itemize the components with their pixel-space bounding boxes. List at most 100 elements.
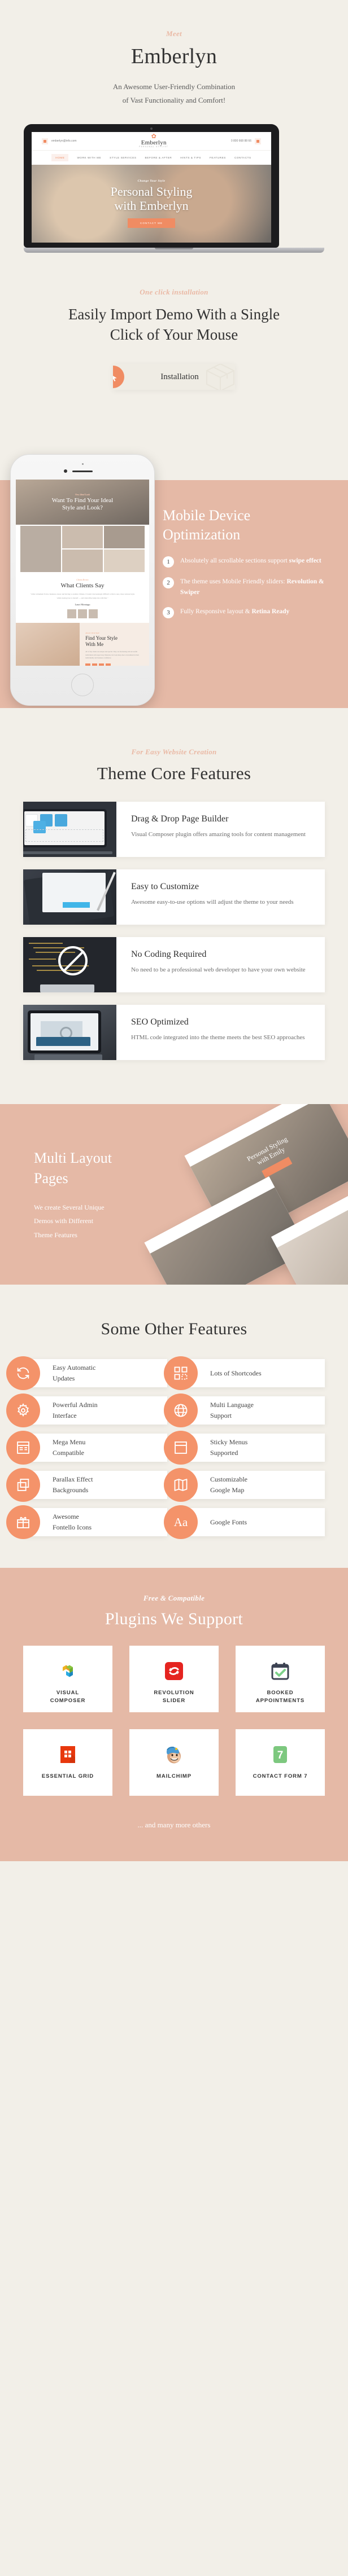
plugins-footer-note: ... and many more others xyxy=(137,1821,211,1830)
other-feature-awesome-fontello-icons[interactable]: Awesome Fontello Icons xyxy=(6,1505,167,1540)
hero-subtitle-line1: An Awesome User-Friendly Combination xyxy=(112,82,236,91)
label-line1: Easy Automatic xyxy=(53,1364,96,1371)
list-item-number: 1 xyxy=(163,556,174,568)
testimonials-eyebrow: Clients Review xyxy=(76,579,89,582)
multi-desc-line2: Demos with Different xyxy=(34,1217,94,1225)
plugin-card-contact-form-7[interactable]: 7 CONTACT FORM 7 xyxy=(236,1729,325,1796)
svg-text:7: 7 xyxy=(277,1749,284,1761)
plugin-card-visual-composer[interactable]: VISUAL COMPOSER xyxy=(23,1646,112,1713)
hero-section: Meet Emberlyn An Awesome User-Friendly C… xyxy=(0,0,348,258)
slide-title-line2: with Emberlyn xyxy=(114,199,189,213)
feature-card-no-coding: No Coding Required No need to be a profe… xyxy=(23,937,325,993)
core-features-eyebrow: For Easy Website Creation xyxy=(131,748,217,757)
nav-item-home: HOME xyxy=(51,154,69,162)
revolution-slider-logo xyxy=(163,1658,185,1684)
installation-title: Easily Import Demo With a Single Click o… xyxy=(0,304,348,345)
installation-title-line2: Click of Your Mouse xyxy=(110,326,238,344)
laptop-body: emberlyn@info.com ✿ Emberlyn PERSONAL ST… xyxy=(24,124,279,248)
plugins-title: Plugins We Support xyxy=(105,1610,243,1629)
testimonials-thumbs xyxy=(16,609,149,619)
other-feature-powerful-admin-interface[interactable]: Powerful Admin Interface xyxy=(6,1393,167,1428)
feature-card-easy-customize: Easy to Customize Awesome easy-to-use op… xyxy=(23,869,325,925)
other-feature-lots-of-shortcodes[interactable]: Lots of Shortcodes xyxy=(164,1356,325,1391)
multi-desc-line3: Theme Features xyxy=(34,1230,77,1239)
core-features-title: Theme Core Features xyxy=(97,763,251,784)
site-nav: HOME WORK WITH ME STYLE SERVICES BEFORE … xyxy=(32,150,271,165)
other-feature-multi-language-support[interactable]: Multi Language Support xyxy=(164,1393,325,1428)
plugin-card-booked-appointments[interactable]: BOOKED APPOINTMENTS xyxy=(236,1646,325,1713)
plugin-name-line1: VISUAL xyxy=(56,1690,80,1696)
plugin-card-revolution-slider[interactable]: REVOLUTION SLIDER xyxy=(129,1646,219,1713)
find-style-photo xyxy=(16,623,80,666)
mobile-optimization-title: Mobile Device Optimization xyxy=(163,506,338,544)
label-line2: Google Map xyxy=(210,1486,245,1494)
other-feature-easy-automatic-updates[interactable]: Easy Automatic Updates xyxy=(6,1356,167,1391)
nav-item-style-services: STYLE SERVICES xyxy=(110,156,137,160)
mobile-title-line2: Optimization xyxy=(163,526,241,543)
list-item-text-plain: Absolutely all scrollable sections suppo… xyxy=(180,557,289,565)
plugin-name: CONTACT FORM 7 xyxy=(253,1773,308,1781)
phone-mockup: New Ideal Look Want To Find Your Ideal S… xyxy=(10,454,155,706)
feature-title: Easy to Customize xyxy=(131,882,199,892)
phone-hero-eyebrow: New Ideal Look xyxy=(75,493,90,496)
visual-composer-logo xyxy=(56,1658,79,1684)
plugin-card-essential-grid[interactable]: ESSENTIAL GRID xyxy=(23,1729,112,1796)
tablet-stylus-illustration xyxy=(23,869,116,925)
phone-hero-title: Want To Find Your Ideal Style and Look? xyxy=(52,497,113,512)
label-line1: Parallax Effect xyxy=(53,1475,93,1483)
feature-description: Awesome easy-to-use options will adjust … xyxy=(131,899,294,906)
testimonials-title: What Clients Say xyxy=(60,582,105,590)
social-icon xyxy=(92,663,98,666)
label-line1: Sticky Menus xyxy=(210,1438,248,1446)
feature-image xyxy=(23,937,116,993)
social-icon xyxy=(85,663,91,666)
other-feature-parallax-effect-backgrounds[interactable]: Parallax Effect Backgrounds xyxy=(6,1468,167,1502)
phone-hero: New Ideal Look Want To Find Your Ideal S… xyxy=(16,480,149,525)
plugin-name-line2: COMPOSER xyxy=(50,1698,86,1704)
label-line1: Mega Menu xyxy=(53,1438,86,1446)
other-feature-google-fonts[interactable]: Aa Google Fonts xyxy=(164,1505,325,1540)
phone-hero-title-line2: Style and Look? xyxy=(62,504,103,511)
installation-section: One click installation Easily Import Dem… xyxy=(0,257,348,427)
label-line1: Awesome xyxy=(53,1513,79,1520)
label-line1: Customizable xyxy=(210,1475,247,1483)
label-line1: Powerful Admin xyxy=(53,1401,98,1409)
feature-title: No Coding Required xyxy=(131,949,207,960)
label-line2: Compatible xyxy=(53,1449,84,1457)
other-feature-label: Google Fonts xyxy=(210,1517,247,1528)
other-feature-label: Easy Automatic Updates xyxy=(53,1362,95,1384)
essential-grid-logo xyxy=(57,1742,79,1768)
other-feature-mega-menu-compatible[interactable]: Mega Menu Compatible xyxy=(6,1431,167,1465)
site-email: emberlyn@info.com xyxy=(51,139,77,143)
plugin-card-mailchimp[interactable]: MAILCHIMP xyxy=(129,1729,219,1796)
mobile-optimization-copy: Mobile Device Optimization 1 Absolutely … xyxy=(163,506,338,627)
feature-description: HTML code integrated into the theme meet… xyxy=(131,1034,305,1041)
gear-icon xyxy=(6,1393,40,1428)
site-phone-block: 0 800 668 88 66 xyxy=(231,138,261,144)
multi-layout-section: Multi Layout Pages We create Several Uni… xyxy=(0,1104,348,1285)
testimonials-quote: "After retirement from a business career… xyxy=(30,593,135,599)
multi-layout-description: We create Several Unique Demos with Diff… xyxy=(34,1201,164,1242)
other-feature-sticky-menus-supported[interactable]: Sticky Menus Supported xyxy=(164,1431,325,1465)
mailchimp-logo xyxy=(163,1742,185,1768)
core-features-list: Drag & Drop Page Builder Visual Composer… xyxy=(0,802,348,1061)
list-item: 3 Fully Responsive layout & Retina Ready xyxy=(163,606,338,619)
mobile-optimization-section: New Ideal Look Want To Find Your Ideal S… xyxy=(0,426,348,709)
other-feature-label: Awesome Fontello Icons xyxy=(53,1511,92,1533)
visual-composer-illustration xyxy=(23,802,116,858)
landing-page: Meet Emberlyn An Awesome User-Friendly C… xyxy=(0,0,348,1862)
slide-cta-button: CONTACT ME xyxy=(128,218,175,228)
core-features-section: For Easy Website Creation Theme Core Fea… xyxy=(0,708,348,1105)
social-icon xyxy=(99,663,105,666)
find-style-title: Find Your Style With Me xyxy=(85,635,143,648)
booked-appointments-logo xyxy=(269,1658,291,1684)
label-line2: Interface xyxy=(53,1412,77,1420)
installation-button[interactable]: Installation xyxy=(113,364,235,390)
plugins-section: Free & Compatible Plugins We Support VIS… xyxy=(0,1568,348,1862)
label-line2: Support xyxy=(210,1412,232,1420)
list-item-number: 3 xyxy=(163,607,174,619)
gallery-cell xyxy=(20,526,61,573)
other-feature-customizable-google-map[interactable]: Customizable Google Map xyxy=(164,1468,325,1502)
feature-image xyxy=(23,869,116,925)
other-feature-label: Parallax Effect Backgrounds xyxy=(53,1474,93,1496)
